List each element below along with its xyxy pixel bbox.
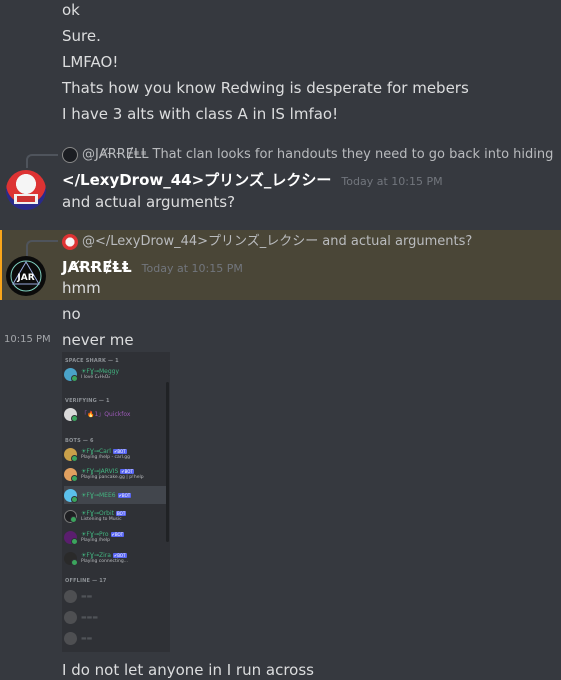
member-name: ☀FƔ⊸MEE6 bbox=[81, 491, 116, 499]
member-avatar bbox=[64, 551, 78, 566]
member-row: 「🔥1」Quickfox bbox=[64, 405, 166, 423]
section-label: BOTS — 6 bbox=[65, 438, 94, 444]
jar-logo-icon: JAR bbox=[10, 260, 42, 292]
member-row: ☀FƔ⊸Pro ✔BOT Playing /help bbox=[64, 528, 166, 546]
author-name[interactable]: JȺɌɌɆⱠⱠ bbox=[62, 258, 132, 276]
bot-badge: ✔BOT bbox=[112, 552, 127, 558]
reply-avatar bbox=[62, 234, 78, 250]
message-text: Thats how you know Redwing is desperate … bbox=[62, 79, 469, 97]
user-avatar[interactable] bbox=[6, 170, 46, 210]
member-status: I love C₂H₅O₂ bbox=[81, 374, 111, 380]
member-name: ☀FƔ⊸JARVIS bbox=[81, 467, 119, 475]
member-status: Listening to Music bbox=[81, 516, 122, 522]
bot-badge: ✔BOT bbox=[120, 468, 134, 474]
member-row: ☀FƔ⊸Carl ✔BOT Playing /help - carl.gg bbox=[64, 445, 166, 463]
member-avatar bbox=[64, 367, 78, 382]
member-avatar bbox=[64, 488, 78, 503]
message-text: I do not let anyone in I run across bbox=[62, 661, 314, 679]
member-status: Playing /help bbox=[81, 537, 111, 543]
section-label: SPACE SHARK — 1 bbox=[65, 358, 119, 364]
member-avatar bbox=[64, 509, 77, 523]
message-author[interactable]: JȺɌɌɆⱠⱠ Today at 10:15 PM bbox=[62, 257, 243, 279]
reply-connector bbox=[26, 154, 58, 168]
member-name: ☀FƔ⊸Zira bbox=[81, 551, 111, 559]
member-name: ☀FƔ⊸Orbit bbox=[81, 509, 114, 517]
member-name: ☀FƔ⊸Carl bbox=[81, 447, 111, 455]
member-status: Playing pancake.gg | p!help bbox=[81, 474, 144, 480]
bot-badge: ✔BOT bbox=[117, 492, 132, 498]
hover-timestamp: 10:15 PM bbox=[4, 334, 51, 345]
member-row: ▬▬ bbox=[64, 629, 166, 647]
section-label: OFFLINE — 17 bbox=[65, 578, 107, 584]
member-row: ☀FƔ⊸JARVIS ✔BOT Playing pancake.gg | p!hel… bbox=[64, 465, 166, 483]
message-timestamp[interactable]: Today at 10:15 PM bbox=[142, 262, 243, 275]
member-row: ☀FƔ⊸Orbit BOT Listening to Music bbox=[64, 507, 166, 525]
member-name: 「🔥1」Quickfox bbox=[81, 410, 131, 418]
section-label: VERIFYING — 1 bbox=[65, 398, 110, 404]
embed-scrollbar bbox=[166, 382, 169, 542]
reply-preview[interactable]: @</LexyDrow_44>プリンズ_レクシー and actual argu… bbox=[62, 233, 472, 251]
member-row: ☀FƔ⊸Meggy I love C₂H₅O₂ bbox=[64, 365, 166, 383]
member-name: ☀FƔ⊸Meggy bbox=[81, 367, 120, 375]
member-row: ☀FƔ⊸Zira ✔BOT Playing connecting... bbox=[64, 549, 166, 567]
attachment-image[interactable]: SPACE SHARK — 1 ☀FƔ⊸Meggy I love C₂H₅O₂ V… bbox=[62, 352, 170, 652]
message-text: Sure. bbox=[62, 27, 101, 45]
member-row: ▬▬ bbox=[64, 587, 166, 605]
bot-badge: ✔BOT bbox=[112, 448, 127, 454]
reply-text: and actual arguments? bbox=[322, 234, 473, 249]
member-row: ☀FƔ⊸MEE6 ✔BOT bbox=[64, 486, 166, 504]
member-row: ▬▬▬ bbox=[64, 608, 166, 626]
reply-avatar bbox=[62, 147, 78, 163]
author-name[interactable]: </LexyDrow_44>プリンズ_レクシー bbox=[62, 171, 331, 189]
svg-text:JAR: JAR bbox=[16, 273, 34, 283]
reply-preview[interactable]: @JȺɌɌɆⱠⱠ That clan looks for handouts th… bbox=[62, 146, 553, 164]
message-text: and actual arguments? bbox=[62, 193, 236, 211]
message-text: no bbox=[62, 305, 81, 323]
message-text: never me bbox=[62, 331, 134, 349]
bot-badge: ✔BOT bbox=[110, 531, 125, 537]
message-text: I have 3 alts with class A in IS lmfao! bbox=[62, 105, 339, 123]
message-text: hmm bbox=[62, 279, 101, 297]
message-text: ok bbox=[62, 1, 80, 19]
member-status: Playing /help - carl.gg bbox=[81, 454, 130, 460]
reply-author[interactable]: @</LexyDrow_44>プリンズ_レクシー bbox=[82, 233, 318, 251]
bot-badge: BOT bbox=[116, 510, 127, 516]
reply-text: That clan looks for handouts they need t… bbox=[152, 147, 554, 162]
message-text: LMFAO! bbox=[62, 53, 119, 71]
message-timestamp[interactable]: Today at 10:15 PM bbox=[341, 175, 442, 188]
member-avatar bbox=[64, 447, 78, 462]
reply-author[interactable]: @JȺɌɌɆⱠⱠ bbox=[82, 146, 149, 164]
reply-connector bbox=[26, 240, 58, 256]
avatar-art-icon bbox=[14, 194, 38, 204]
member-name: ☀FƔ⊸Pro bbox=[81, 530, 109, 538]
message-author[interactable]: </LexyDrow_44>プリンズ_レクシー Today at 10:15 PM bbox=[62, 170, 443, 192]
member-status: Playing connecting... bbox=[81, 558, 128, 564]
user-avatar[interactable]: JAR bbox=[6, 256, 46, 296]
member-avatar bbox=[64, 530, 78, 545]
member-avatar bbox=[64, 467, 78, 482]
member-avatar bbox=[64, 407, 78, 422]
